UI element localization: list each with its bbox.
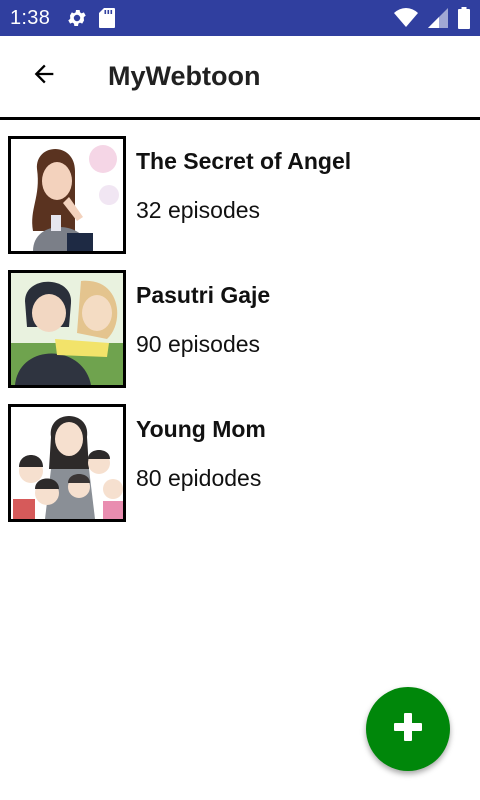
status-bar: 1:38 [0, 0, 480, 36]
wifi-icon [394, 8, 418, 28]
item-title: Pasutri Gaje [136, 282, 271, 308]
episode-count: 90 episodes [136, 331, 261, 357]
episode-count: 80 epidodes [136, 465, 262, 491]
app-bar: MyWebtoon [0, 36, 480, 120]
cover-image [8, 136, 126, 254]
page-title: MyWebtoon [108, 61, 261, 91]
list-item[interactable]: The Secret of Angel 32 episodes [0, 136, 480, 270]
item-title: Young Mom [136, 416, 266, 442]
arrow-back-icon [30, 60, 58, 93]
status-time: 1:38 [10, 6, 51, 29]
sd-card-icon [98, 7, 116, 29]
list-item[interactable]: Pasutri Gaje 90 episodes [0, 270, 480, 404]
signal-icon [428, 8, 448, 28]
battery-icon [458, 7, 470, 29]
cover-image [8, 270, 126, 388]
add-webtoon-button[interactable] [366, 687, 450, 771]
plus-icon [392, 711, 424, 748]
cover-image [8, 404, 126, 522]
webtoon-list: The Secret of Angel 32 episodes Pasutri … [0, 136, 480, 538]
item-title: The Secret of Angel [136, 148, 352, 174]
back-button[interactable] [22, 55, 66, 99]
settings-icon [66, 7, 88, 29]
list-item[interactable]: Young Mom 80 epidodes [0, 404, 480, 538]
episode-count: 32 episodes [136, 197, 261, 223]
